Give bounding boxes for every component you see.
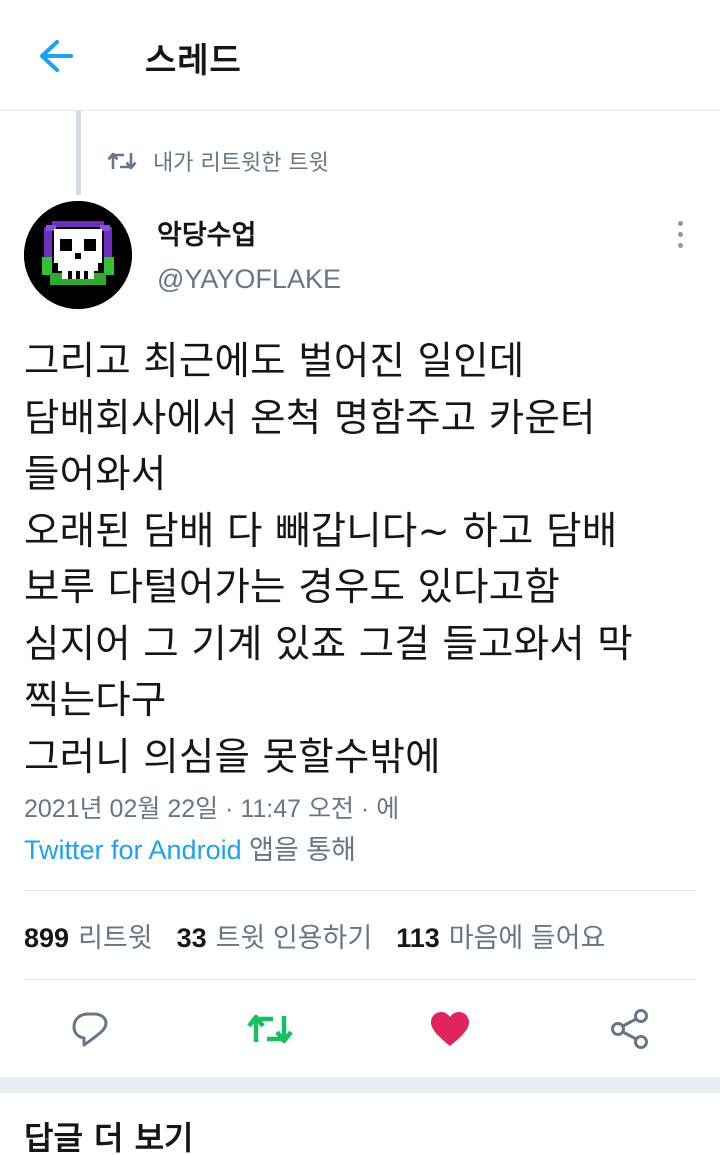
retweet-icon [247, 1014, 293, 1044]
more-dot-icon [677, 242, 683, 248]
author-display-name[interactable]: 악당수업 [157, 213, 256, 252]
more-dot-icon [677, 220, 683, 226]
stat-label: 리트윗 [78, 922, 153, 953]
like-count[interactable]: 113 마음에 들어요 [396, 916, 605, 955]
divider [24, 890, 696, 891]
thread-connector-line [76, 111, 81, 195]
stat-label: 트윗 인용하기 [215, 922, 373, 953]
share-button[interactable] [600, 1000, 660, 1058]
tweet-timestamp[interactable]: 2021년 02월 22일 · 11:47 오전 · 에 [24, 789, 399, 825]
retweet-context: 내가 리트윗한 트윗 [107, 145, 329, 177]
stat-number: 33 [176, 922, 207, 953]
retweet-button[interactable] [240, 1000, 300, 1058]
source-suffix: 앱을 통해 [241, 835, 356, 865]
divider [24, 979, 696, 980]
retweet-count[interactable]: 899 리트윗 [24, 916, 153, 955]
quote-count[interactable]: 33 트윗 인용하기 [177, 916, 373, 955]
stat-number: 899 [24, 922, 70, 953]
more-replies-heading: 답글 더 보기 [24, 1119, 194, 1155]
share-icon [611, 1009, 648, 1049]
heart-icon [431, 1012, 469, 1046]
engagement-stats: 899 리트윗 33 트윗 인용하기 113 마음에 들어요 [24, 915, 629, 955]
arrow-left-icon [40, 40, 73, 72]
stat-label: 마음에 들어요 [448, 922, 606, 953]
reply-icon [72, 1012, 108, 1047]
section-divider [0, 1077, 720, 1093]
retweet-context-label: 내가 리트윗한 트윗 [153, 151, 329, 176]
more-dot-icon [677, 231, 683, 237]
retweet-icon [107, 148, 137, 174]
page-title: 스레드 [145, 41, 242, 81]
back-button[interactable] [30, 32, 82, 80]
tweet-text: 그리고 최근에도 벌어진 일인데 담배회사에서 온척 명함주고 카운터 들어와서… [24, 339, 633, 780]
skull-avatar-icon [24, 201, 132, 309]
tweet-source: Twitter for Android 앱을 통해 [24, 828, 356, 867]
stat-number: 113 [396, 922, 440, 953]
author-handle[interactable]: @YAYOFLAKE [157, 264, 341, 295]
like-button[interactable] [420, 1000, 480, 1058]
top-app-bar: 스레드 [0, 0, 720, 111]
source-app-link[interactable]: Twitter for Android [24, 835, 242, 865]
avatar[interactable] [24, 201, 132, 309]
tweet-action-bar [0, 1000, 720, 1060]
reply-button[interactable] [60, 1000, 120, 1058]
more-options-button[interactable] [664, 214, 696, 254]
